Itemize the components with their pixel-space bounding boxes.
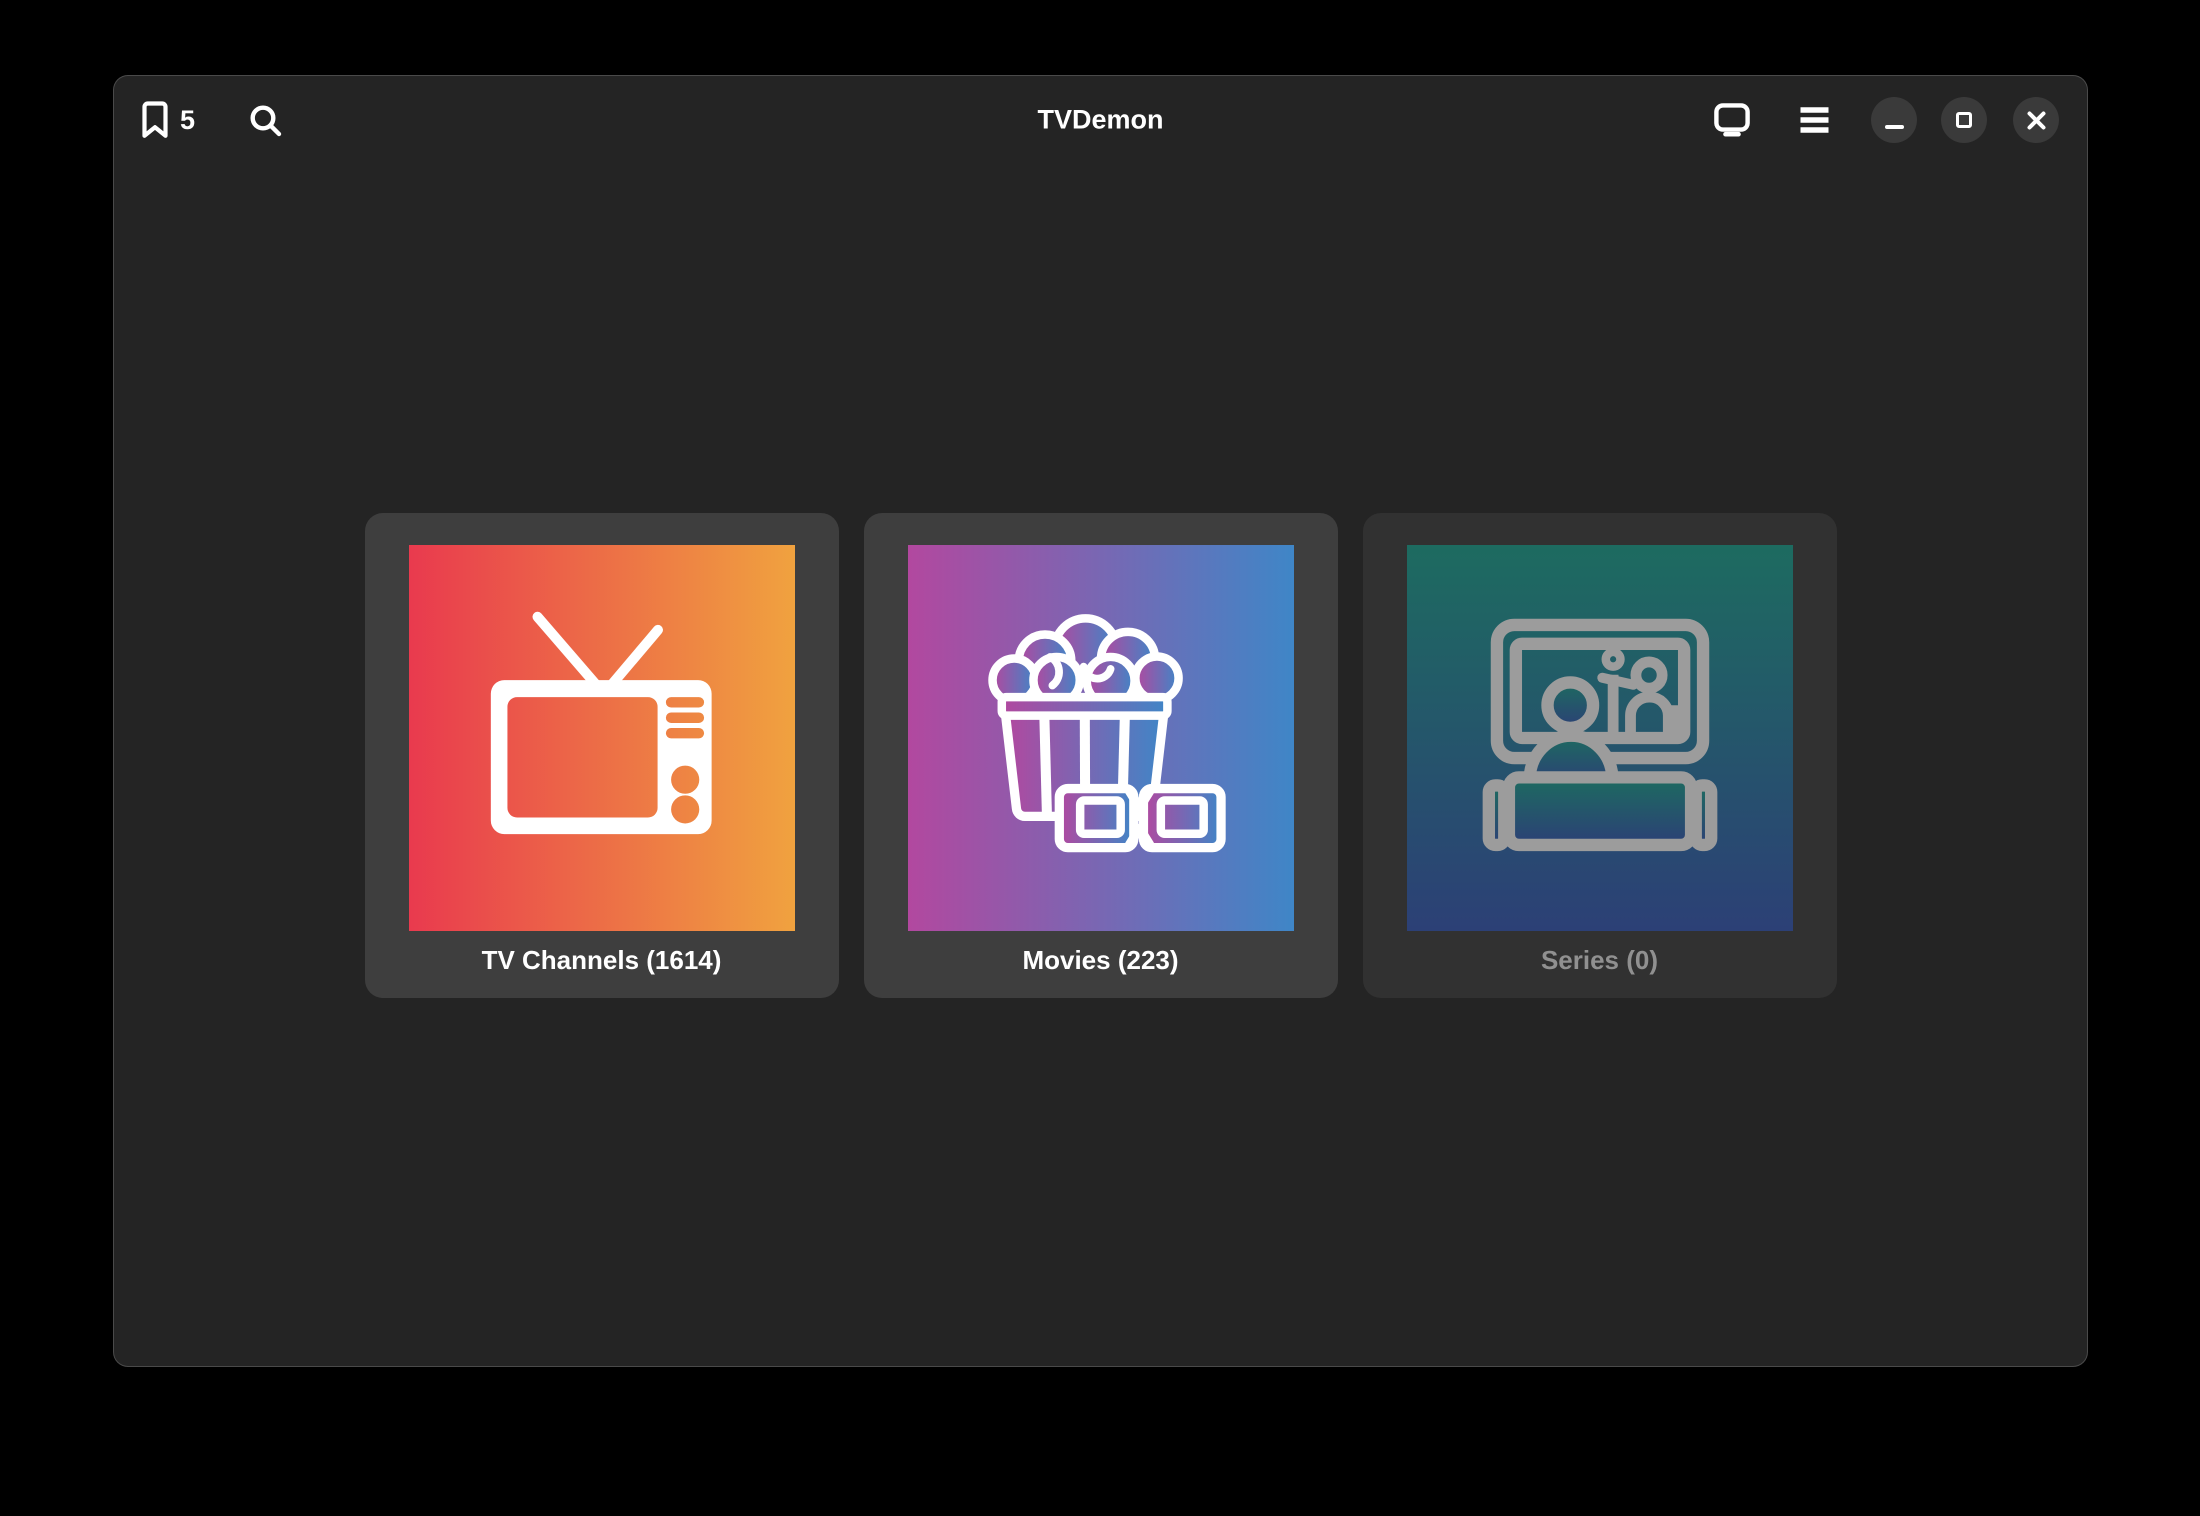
minimize-icon [1885,125,1904,129]
card-label: Movies (223) [908,945,1294,975]
headerbar: 5 TVDemon [114,76,2087,164]
card-series: Series (0) [1363,513,1837,998]
headerbar-left: 5 [142,101,282,139]
series-tile [1407,545,1793,931]
menu-button[interactable] [1800,107,1829,133]
window-title: TVDemon [1037,105,1163,136]
app-window: 5 TVDemon [114,76,2087,1366]
search-icon [249,104,282,137]
display-icon [1714,103,1750,137]
bookmark-icon [142,101,168,139]
card-label: Series (0) [1407,945,1793,975]
card-label: TV Channels (1614) [409,945,795,975]
maximize-button[interactable] [1941,97,1987,143]
maximize-icon [1956,112,1972,128]
close-button[interactable] [2013,97,2059,143]
tv-mode-button[interactable] [1714,103,1750,137]
headerbar-right [1714,97,2059,143]
card-movies[interactable]: Movies (223) [864,513,1338,998]
hamburger-menu-icon [1800,107,1829,133]
tv-channels-tile [409,545,795,931]
movies-tile [908,545,1294,931]
card-tv-channels[interactable]: TV Channels (1614) [365,513,839,998]
categories-area: TV Channels (1614) [114,164,2087,1366]
search-button[interactable] [249,104,282,137]
bookmarks-count: 5 [180,107,195,134]
minimize-button[interactable] [1871,97,1917,143]
bookmarks-button[interactable]: 5 [142,101,195,139]
close-icon [2026,110,2047,131]
tv-channels-gradient-bg [409,545,795,931]
